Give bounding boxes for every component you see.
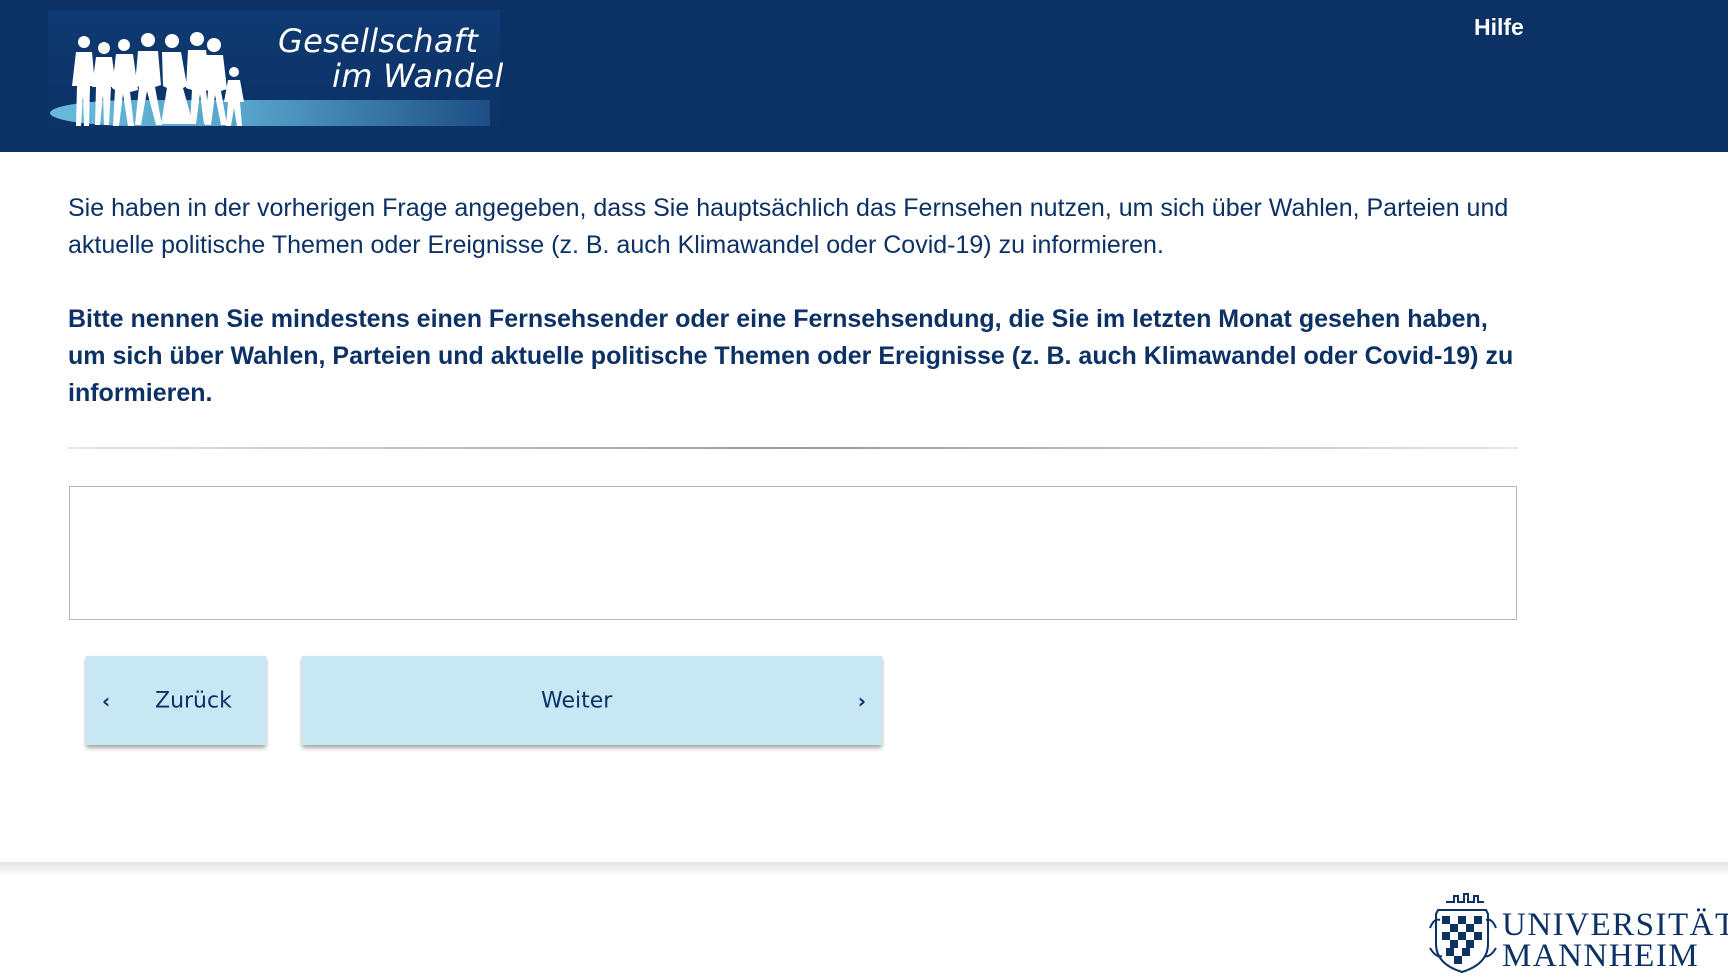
intro-text: Sie haben in der vorherigen Frage angege… (68, 194, 1509, 259)
chevron-left-icon: ‹ (102, 688, 111, 713)
next-button[interactable]: Weiter › (302, 656, 882, 745)
gesellschaft-im-wandel-logo: Gesellschaft im Wandel (48, 10, 503, 135)
logo-line2: im Wandel (332, 57, 504, 95)
help-link[interactable]: Hilfe (1474, 14, 1524, 41)
university-crest-icon (1429, 893, 1497, 974)
question-text: Bitte nennen Sie mindestens einen Fernse… (68, 305, 1514, 407)
next-button-label: Weiter (541, 688, 613, 713)
back-button-label: Zurück (155, 688, 232, 713)
answer-textarea[interactable] (69, 486, 1517, 620)
back-button[interactable]: ‹ Zurück (86, 656, 266, 745)
divider (68, 447, 1518, 449)
university-wordmark: UNIVERSITÄT MANNHEIM (1502, 907, 1728, 974)
university-mannheim-logo: UNIVERSITÄT MANNHEIM (1422, 888, 1728, 976)
footer-divider (0, 862, 1728, 876)
university-line1: UNIVERSITÄT (1502, 907, 1728, 943)
chevron-right-icon: › (857, 688, 866, 713)
university-line2: MANNHEIM (1502, 938, 1700, 974)
site-header: Gesellschaft im Wandel Hilfe (0, 0, 1728, 152)
logo-wordmark: Gesellschaft im Wandel (264, 24, 504, 94)
logo-line1: Gesellschaft (278, 22, 479, 60)
